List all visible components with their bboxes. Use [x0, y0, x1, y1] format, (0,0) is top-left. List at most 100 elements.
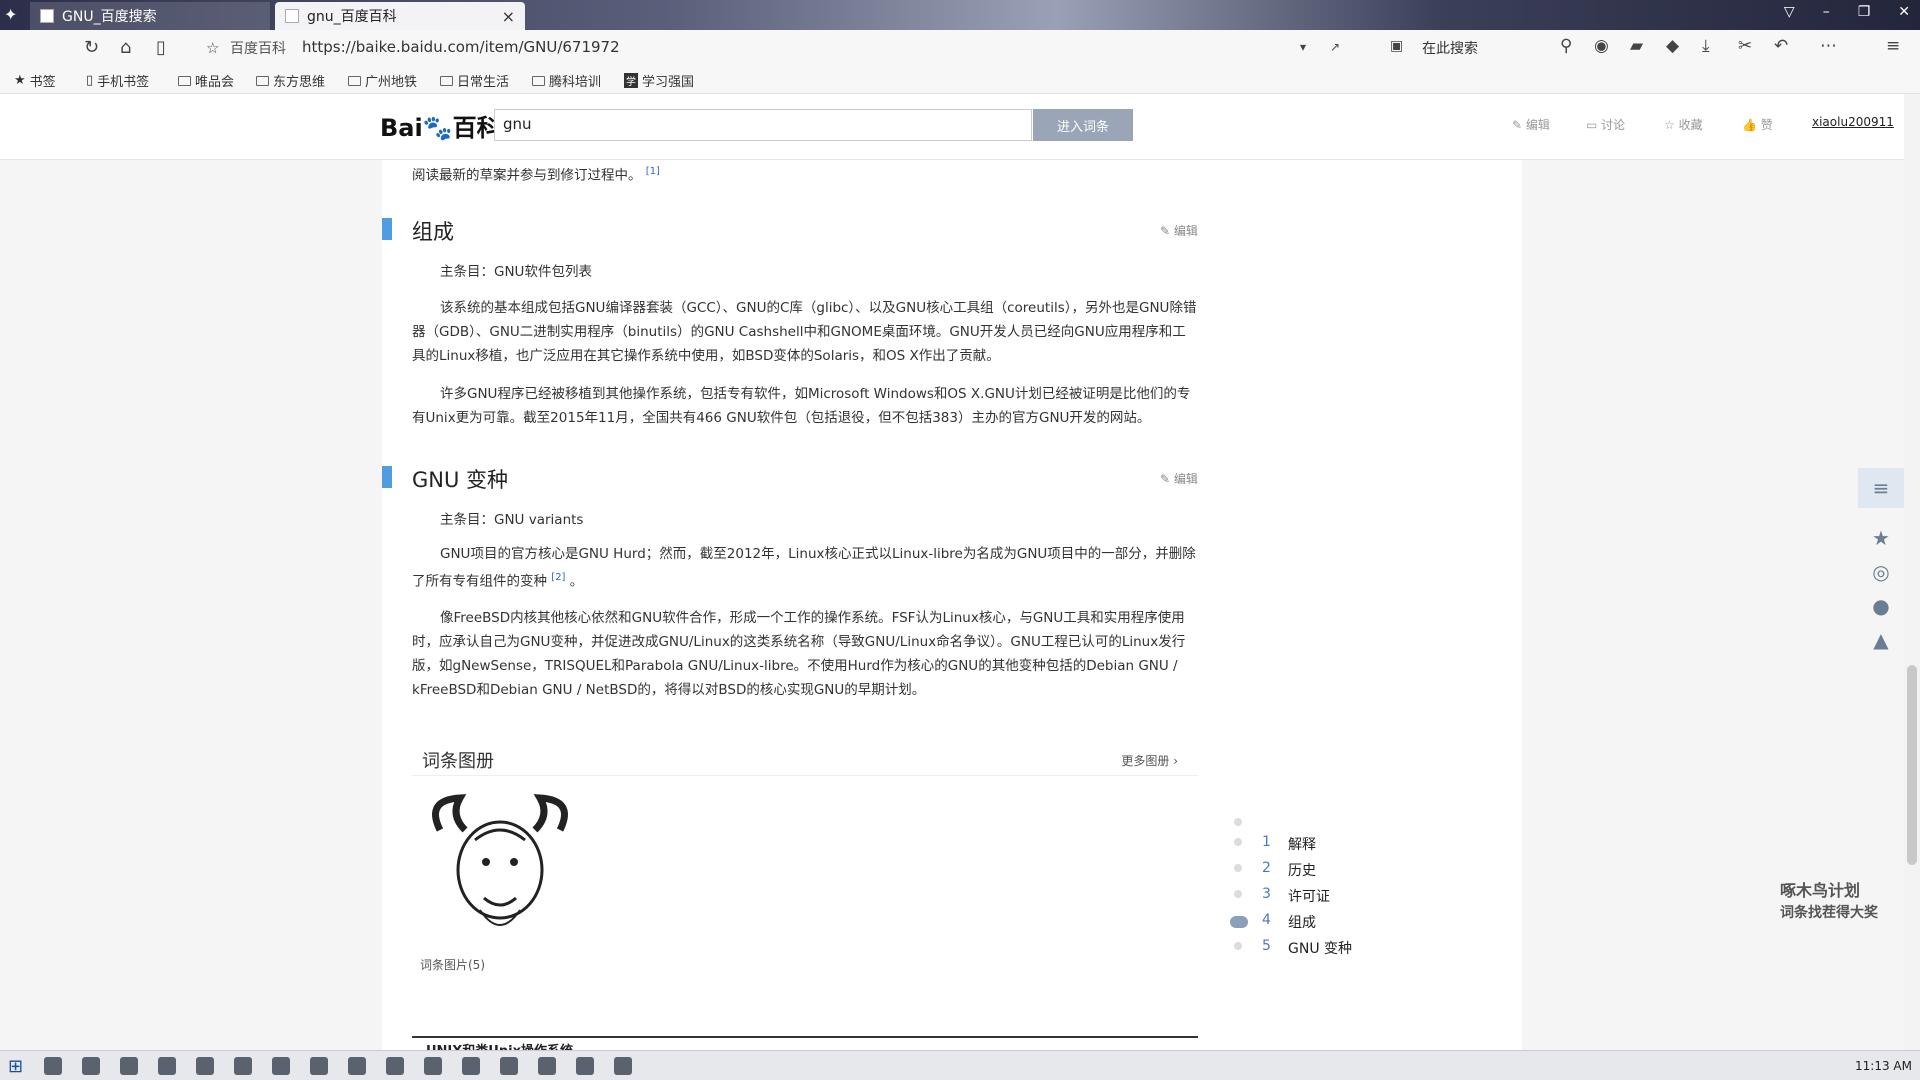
reference-link[interactable]: [1] — [646, 166, 660, 177]
qq-icon[interactable]: ▲ — [1858, 620, 1904, 660]
baike-logo[interactable]: Bai🐾百科 — [380, 108, 501, 143]
game-icon[interactable]: ◉ — [1594, 36, 1609, 56]
undo-icon[interactable]: ↶ — [1774, 36, 1788, 56]
toc-dot — [1234, 942, 1242, 950]
album-title: 词条图册 — [422, 751, 494, 772]
download-icon[interactable]: ⤓ — [1702, 36, 1710, 56]
search-icon[interactable]: ⚲ — [1560, 36, 1572, 56]
tab-label: gnu_百度百科 — [307, 9, 397, 25]
scrollbar[interactable] — [1904, 94, 1920, 1050]
baike-header: Bai🐾百科 gnu 进入词条 ✎ 编辑 ▭ 讨论 ☆ 收藏 👍 赞 xiaol… — [0, 94, 1920, 160]
bookmarks-bar: ★ 书签 ▯ 手机书签 唯品会 东方思维 广州地铁 日常生活 腾科培训 学学习强国 — [0, 64, 1920, 94]
favorite-action[interactable]: ☆ 收藏 — [1664, 116, 1703, 133]
share-icon[interactable]: ↗ — [1330, 40, 1340, 54]
bookmark-folder[interactable]: 广州地铁 — [348, 71, 417, 90]
folder-icon — [440, 75, 453, 86]
reference-link[interactable]: [2] — [551, 572, 565, 583]
scissors-icon[interactable]: ✂ — [1738, 36, 1752, 56]
title-bar: ✦ GNU_百度搜索 gnu_百度百科 × ▽ – ❐ ✕ — [0, 0, 1920, 30]
side-toc-button[interactable]: ≡ — [1858, 468, 1904, 508]
app-icon[interactable] — [272, 1057, 290, 1075]
tab-favicon-icon — [285, 9, 299, 23]
enter-entry-button[interactable]: 进入词条 — [1033, 109, 1133, 141]
close-window-icon[interactable]: ✕ — [1898, 4, 1910, 20]
bookmark-star-icon[interactable]: ☆ — [206, 39, 219, 57]
tab-baidu-search[interactable]: GNU_百度搜索 — [30, 2, 270, 30]
edit-action[interactable]: ✎ 编辑 — [1512, 116, 1550, 133]
tab-baike-gnu[interactable]: gnu_百度百科 × — [275, 2, 525, 30]
shield-icon[interactable]: ◆ — [1666, 36, 1679, 56]
toc-item[interactable]: 5 GNU 变种 — [1262, 938, 1352, 958]
like-action[interactable]: 👍 赞 — [1742, 116, 1773, 133]
taskbar-clock[interactable]: 11:13 AM — [1855, 1059, 1912, 1073]
folder-icon — [532, 75, 545, 86]
explorer-icon[interactable] — [82, 1057, 100, 1075]
bookmark-item[interactable]: ★ 书签 — [14, 71, 56, 90]
folder-icon — [348, 75, 361, 86]
baike-search-input[interactable]: gnu — [494, 109, 1032, 141]
toc-item-active[interactable]: 4 组成 — [1262, 912, 1316, 932]
toc-dot — [1234, 864, 1242, 872]
app-icon[interactable] — [576, 1057, 594, 1075]
bookmark-item[interactable]: 学学习强国 — [624, 71, 694, 90]
app-icon[interactable] — [538, 1057, 556, 1075]
app-icon[interactable] — [234, 1057, 252, 1075]
section-edit-link[interactable]: ✎ 编辑 — [1160, 222, 1198, 239]
bookmark-folder[interactable]: 日常生活 — [440, 71, 509, 90]
more-albums-link[interactable]: 更多图册 › — [1121, 752, 1178, 769]
gnu-head-image[interactable] — [420, 790, 580, 950]
app-icon[interactable] — [348, 1057, 366, 1075]
toc-dot — [1234, 818, 1242, 826]
username-link[interactable]: xiaolu200911 — [1812, 115, 1894, 129]
xuexi-icon: 学 — [624, 73, 638, 88]
section-title-variants: GNU 变种 — [412, 468, 509, 492]
toc-active-marker — [1230, 916, 1248, 928]
refresh-icon[interactable]: ↻ — [84, 37, 99, 58]
toc-item[interactable]: 3 许可证 — [1262, 886, 1330, 906]
section-title-composition: 组成 — [412, 220, 454, 244]
section-marker — [382, 218, 392, 240]
tab-close-icon[interactable]: × — [502, 7, 515, 26]
toc-item[interactable]: 1 解释 — [1262, 834, 1316, 854]
skin-icon[interactable]: ▽ — [1784, 4, 1795, 20]
browser-logo-icon[interactable]: ✦ — [4, 5, 24, 25]
app-icon[interactable] — [500, 1057, 518, 1075]
bookmark-folder[interactable]: 东方思维 — [256, 71, 325, 90]
app-icon[interactable] — [424, 1057, 442, 1075]
toc-dot — [1234, 838, 1242, 846]
extension-icon[interactable]: ▰ — [1630, 36, 1643, 56]
search-field[interactable]: 在此搜索 — [1422, 38, 1478, 58]
app-icon[interactable] — [462, 1057, 480, 1075]
folder-icon — [178, 75, 191, 86]
browser-icon[interactable] — [196, 1057, 214, 1075]
minimize-icon[interactable]: – — [1823, 4, 1830, 20]
app-icon[interactable] — [310, 1057, 328, 1075]
bookmark-item[interactable]: ▯ 手机书签 — [86, 71, 149, 90]
toc-dot — [1234, 890, 1242, 898]
app-icon[interactable] — [614, 1057, 632, 1075]
start-icon[interactable]: ⊞ — [8, 1056, 23, 1077]
maximize-icon[interactable]: ❐ — [1858, 4, 1871, 20]
app-icon[interactable] — [158, 1057, 176, 1075]
bookmark-folder[interactable]: 唯品会 — [178, 71, 234, 90]
reader-icon[interactable]: ▯ — [156, 37, 166, 58]
main-entry[interactable]: 主条目：GNU软件包列表 — [440, 260, 592, 280]
menu-icon[interactable]: ≡ — [1886, 36, 1900, 56]
scrollbar-thumb[interactable] — [1907, 665, 1917, 865]
pin-icon[interactable]: ▾ — [1300, 40, 1306, 54]
url-field[interactable]: https://baike.baidu.com/item/GNU/671972 — [302, 38, 620, 56]
album-caption[interactable]: 词条图片(5) — [420, 956, 485, 973]
taskview-icon[interactable] — [44, 1057, 62, 1075]
main-entry[interactable]: 主条目：GNU variants — [440, 508, 583, 528]
app-icon[interactable] — [120, 1057, 138, 1075]
search-engine-icon[interactable]: ▣ — [1390, 38, 1403, 54]
bookmark-folder[interactable]: 腾科培训 — [532, 71, 601, 90]
woodpecker-promo[interactable]: 啄木鸟计划 词条找茬得大奖 — [1780, 880, 1878, 924]
album-header: 词条图册 更多图册 › — [412, 740, 1198, 776]
section-edit-link[interactable]: ✎ 编辑 — [1160, 470, 1198, 487]
discuss-action[interactable]: ▭ 讨论 — [1586, 116, 1625, 133]
app-icon[interactable] — [386, 1057, 404, 1075]
toc-item[interactable]: 2 历史 — [1262, 860, 1316, 880]
home-icon[interactable]: ⌂ — [120, 37, 131, 58]
more-icon[interactable]: ⋯ — [1820, 36, 1837, 56]
